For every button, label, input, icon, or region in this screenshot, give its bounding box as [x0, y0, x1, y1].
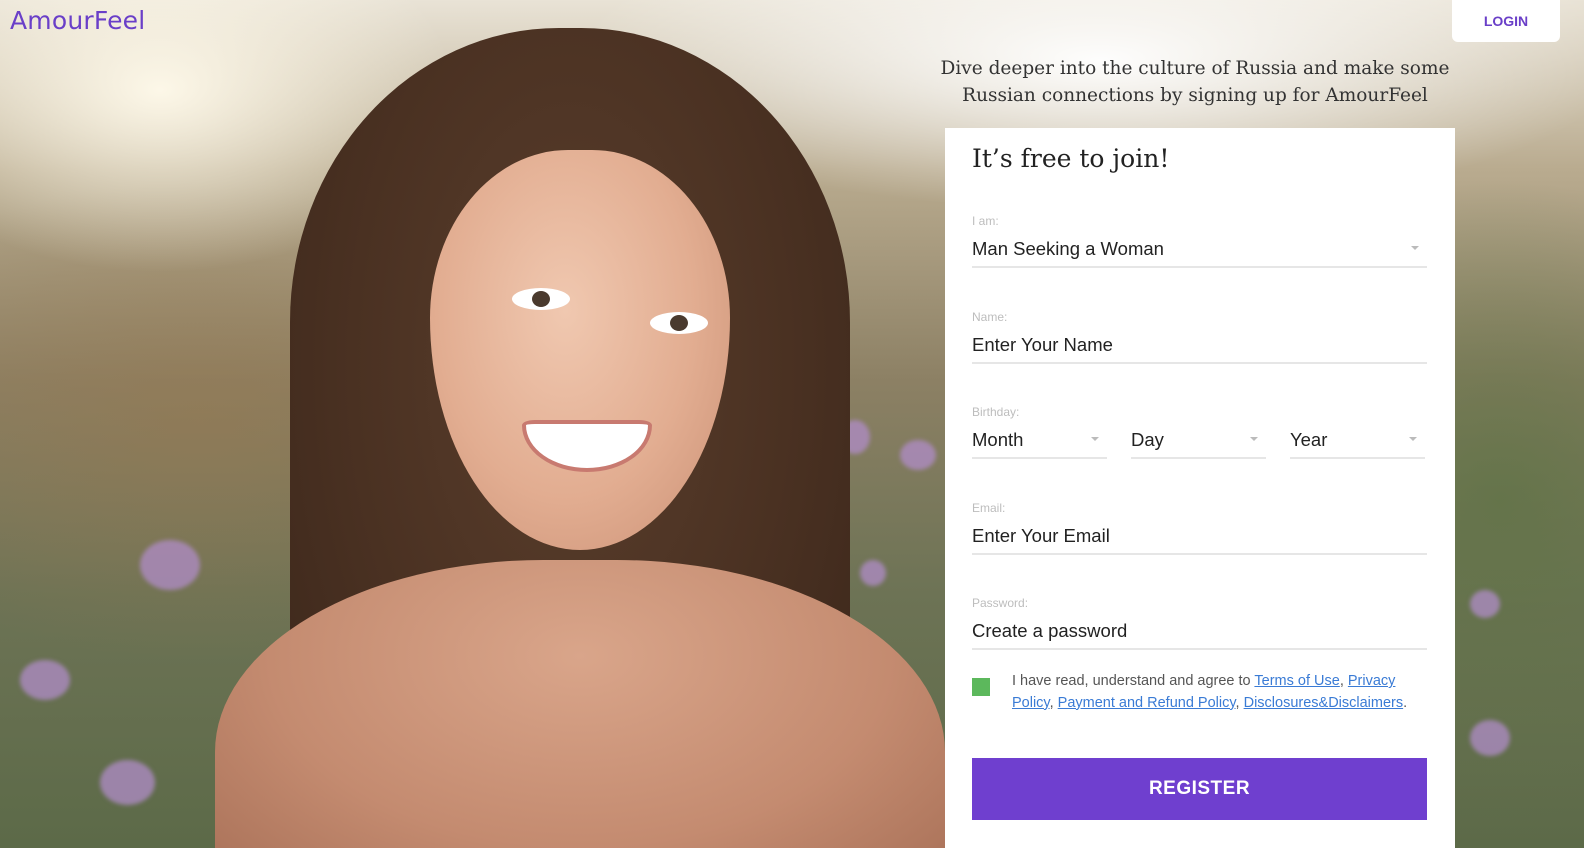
name-field: Name: Enter Your Name — [972, 310, 1427, 364]
password-placeholder: Create a password — [972, 620, 1128, 641]
name-input[interactable]: Enter Your Name — [972, 328, 1427, 364]
name-label: Name: — [972, 310, 1008, 324]
woman-right-eye — [650, 312, 708, 334]
iam-select[interactable]: Man Seeking a Woman — [972, 232, 1427, 268]
birthday-month-select[interactable]: Month — [972, 423, 1107, 459]
chevron-down-icon — [1091, 437, 1099, 441]
birthday-month-value: Month — [972, 429, 1024, 450]
password-field: Password: Create a password — [972, 596, 1427, 650]
email-input[interactable]: Enter Your Email — [972, 519, 1427, 555]
iam-value: Man Seeking a Woman — [972, 238, 1164, 259]
birthday-day-select[interactable]: Day — [1131, 423, 1266, 459]
tagline: Dive deeper into the culture of Russia a… — [940, 58, 1450, 106]
form-title: It’s free to join! — [972, 144, 1170, 173]
signup-form-card: It’s free to join! I am: Man Seeking a W… — [945, 128, 1455, 848]
agreement-text: I have read, understand and agree to Ter… — [1012, 673, 1408, 711]
login-button[interactable]: LOGIN — [1452, 0, 1560, 42]
email-label: Email: — [972, 501, 1006, 515]
iam-label: I am: — [972, 214, 999, 228]
chevron-down-icon — [1409, 437, 1417, 441]
birthday-day-value: Day — [1131, 429, 1164, 450]
chevron-down-icon — [1411, 246, 1419, 250]
agreement-row: I have read, understand and agree to Ter… — [972, 671, 1412, 714]
iam-field: I am: Man Seeking a Woman — [972, 214, 1427, 268]
birthday-year-select[interactable]: Year — [1290, 423, 1425, 459]
agreement-prefix: I have read, understand and agree to — [1012, 673, 1251, 689]
payment-refund-policy-link[interactable]: Payment and Refund Policy — [1058, 695, 1236, 711]
birthday-field: Birthday: Month Day Year — [972, 405, 1427, 459]
chevron-down-icon — [1250, 437, 1258, 441]
agreement-checkbox[interactable] — [972, 678, 990, 696]
email-field: Email: Enter Your Email — [972, 501, 1427, 555]
name-placeholder: Enter Your Name — [972, 334, 1113, 355]
birthday-label: Birthday: — [972, 405, 1020, 419]
terms-of-use-link[interactable]: Terms of Use — [1254, 673, 1339, 689]
email-placeholder: Enter Your Email — [972, 525, 1110, 546]
disclosures-disclaimers-link[interactable]: Disclosures&Disclaimers — [1244, 695, 1404, 711]
woman-left-eye — [512, 288, 570, 310]
birthday-year-value: Year — [1290, 429, 1328, 450]
site-logo[interactable]: AmourFeel — [10, 6, 145, 35]
password-input[interactable]: Create a password — [972, 614, 1427, 650]
password-label: Password: — [972, 596, 1029, 610]
register-button[interactable]: REGISTER — [972, 758, 1427, 820]
